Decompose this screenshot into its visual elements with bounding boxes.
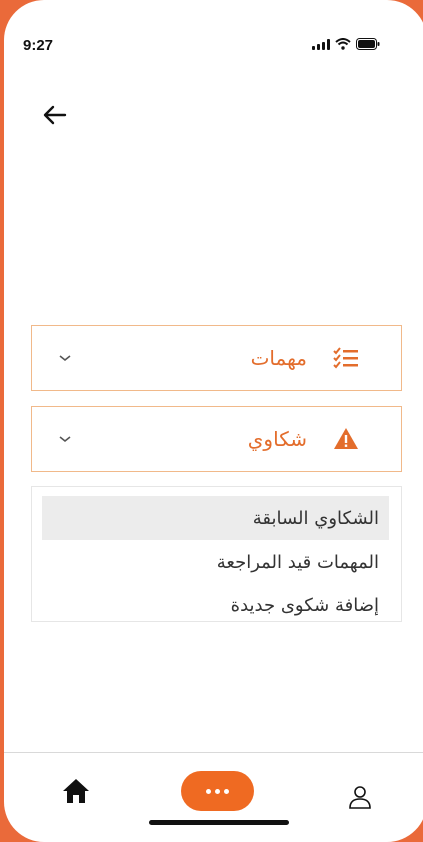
bottom-nav-divider bbox=[4, 752, 423, 753]
more-dot-icon bbox=[215, 788, 220, 794]
profile-icon bbox=[349, 786, 371, 809]
home-button[interactable] bbox=[61, 776, 91, 806]
status-bar: 9:27 bbox=[4, 0, 423, 80]
wifi-icon bbox=[335, 38, 351, 50]
checklist-icon bbox=[333, 347, 358, 369]
back-button[interactable] bbox=[40, 100, 70, 130]
more-button[interactable] bbox=[181, 771, 254, 811]
battery-icon bbox=[356, 38, 380, 50]
submenu-item-previous-complaints[interactable]: الشكاوي السابقة bbox=[42, 496, 389, 540]
chevron-down-icon bbox=[59, 355, 71, 362]
submenu-item-add-complaint[interactable]: إضافة شكوى جديدة bbox=[231, 595, 379, 616]
accordion-tasks[interactable]: مهمات bbox=[31, 325, 402, 391]
signal-icon bbox=[312, 38, 330, 50]
submenu-item-tasks-under-review[interactable]: المهمات قيد المراجعة bbox=[217, 552, 379, 573]
phone-screen: 9:27 مهمات شكاوي الشكاوي السابقة المهمات… bbox=[4, 0, 423, 842]
status-time: 9:27 bbox=[23, 37, 54, 54]
accordion-label-complaints: شكاوي bbox=[247, 427, 307, 451]
home-indicator bbox=[149, 820, 289, 825]
warning-icon bbox=[334, 428, 358, 449]
home-icon bbox=[63, 779, 89, 803]
profile-button[interactable] bbox=[347, 784, 373, 810]
more-dot-icon bbox=[224, 788, 229, 794]
chevron-down-icon bbox=[59, 436, 71, 443]
more-dot-icon bbox=[206, 788, 211, 794]
accordion-complaints[interactable]: شكاوي bbox=[31, 406, 402, 472]
arrow-left-icon bbox=[43, 105, 67, 125]
status-icons bbox=[312, 38, 380, 50]
complaints-submenu: الشكاوي السابقة المهمات قيد المراجعة إضا… bbox=[31, 486, 402, 622]
accordion-label-tasks: مهمات bbox=[250, 346, 307, 370]
